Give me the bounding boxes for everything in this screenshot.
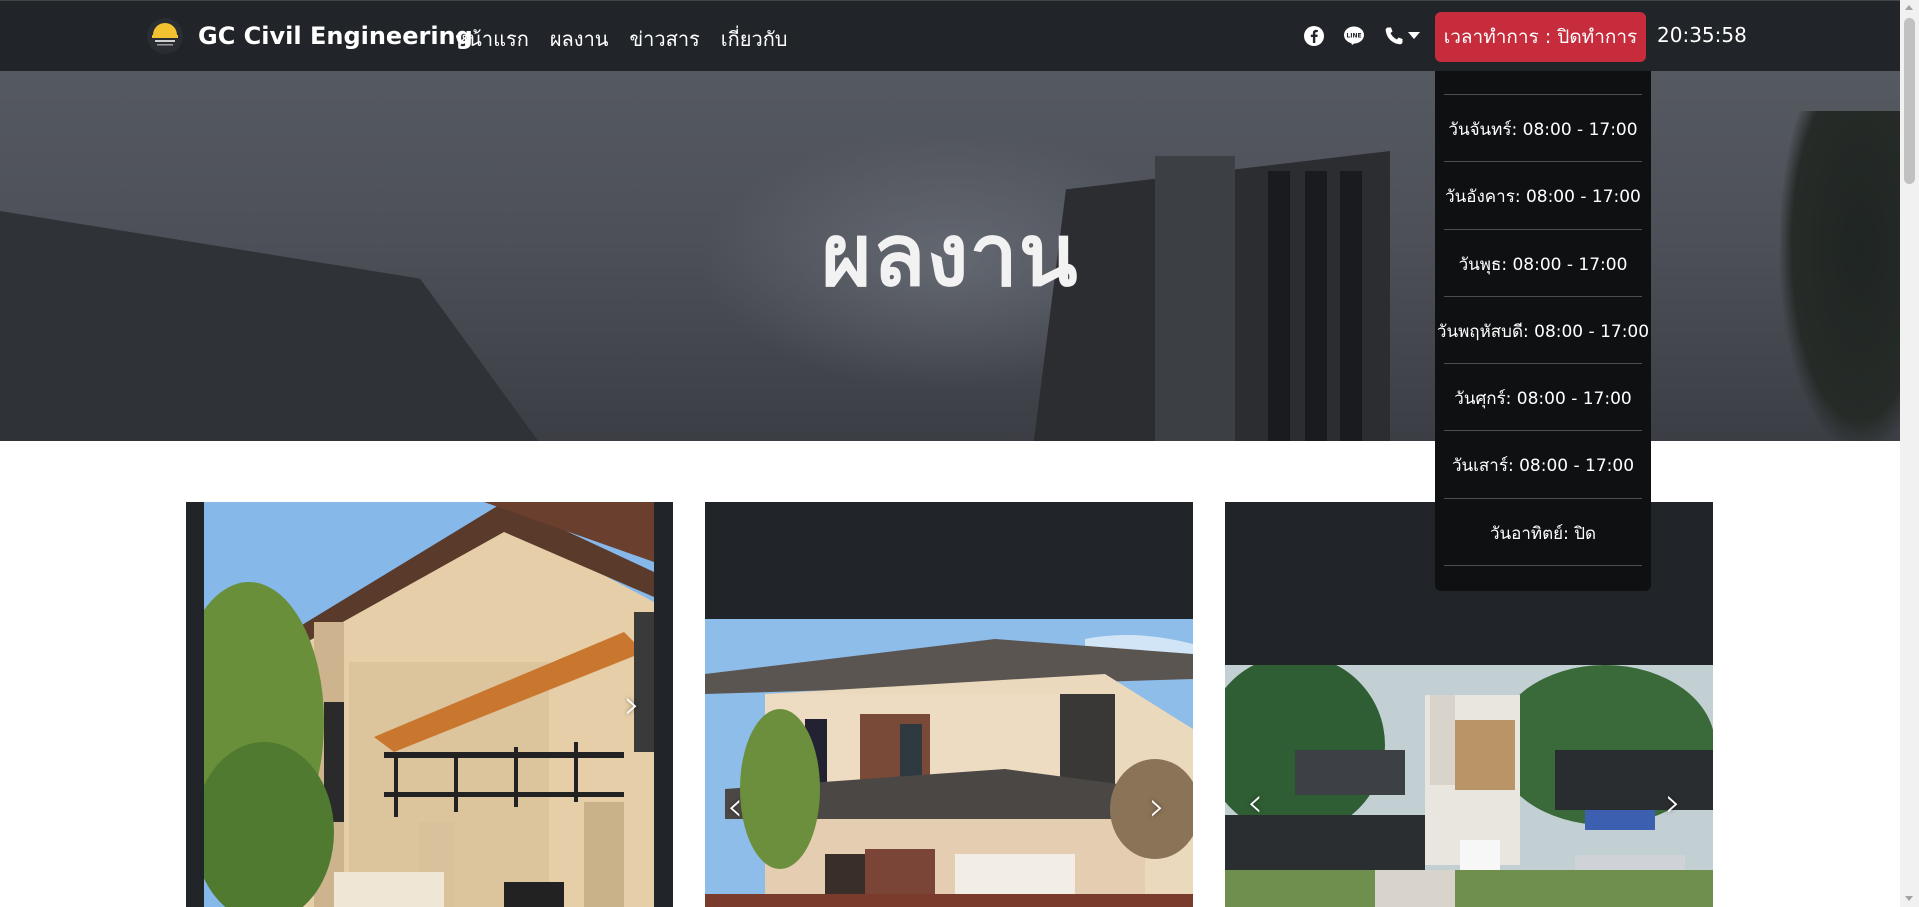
hours-item-sunday[interactable]: วันอาทิตย์: ปิด	[1435, 520, 1651, 547]
nav-item-news[interactable]: ข่าวสาร	[629, 23, 699, 55]
dropdown-divider	[1444, 363, 1642, 364]
nav-item-portfolio[interactable]: ผลงาน	[550, 23, 609, 55]
dropdown-divider	[1444, 565, 1642, 566]
carousel-next-icon[interactable]: ›	[1665, 780, 1681, 826]
dropdown-divider	[1444, 229, 1642, 230]
brand-name: GC Civil Engineering	[198, 22, 473, 50]
scroll-down-icon[interactable]	[1905, 896, 1913, 901]
svg-text:LINE: LINE	[1346, 33, 1361, 40]
phone-icon[interactable]	[1381, 23, 1407, 49]
dropdown-divider	[1444, 94, 1642, 95]
business-hours-button[interactable]: เวลาทำการ : ปิดทำการ	[1435, 12, 1646, 62]
clock-time: 20:35:58	[1657, 23, 1747, 47]
hours-item-tuesday[interactable]: วันอังคาร: 08:00 - 17:00	[1435, 183, 1651, 210]
project-photo	[204, 502, 654, 907]
scrollbar-thumb[interactable]	[1904, 18, 1915, 184]
business-hours-dropdown: วันจันทร์: 08:00 - 17:00 วันอังคาร: 08:0…	[1435, 71, 1651, 591]
nav-item-about[interactable]: เกี่ยวกับ	[721, 23, 788, 55]
carousel-next-icon[interactable]: ›	[624, 682, 640, 728]
facebook-icon[interactable]	[1301, 23, 1327, 49]
navbar: GC Civil Engineering หน้าแรก ผลงาน ข่าวส…	[0, 0, 1900, 71]
hours-item-monday[interactable]: วันจันทร์: 08:00 - 17:00	[1435, 116, 1651, 143]
project-photo	[1225, 665, 1713, 907]
scroll-up-icon[interactable]	[1905, 5, 1913, 10]
hours-item-wednesday[interactable]: วันพุธ: 08:00 - 17:00	[1435, 251, 1651, 278]
hours-item-thursday[interactable]: วันพฤหัสบดี: 08:00 - 17:00	[1435, 318, 1651, 345]
carousel-prev-icon[interactable]: ‹	[1247, 780, 1263, 826]
carousel-prev-icon[interactable]: ‹	[727, 784, 743, 830]
dropdown-divider	[1444, 430, 1642, 431]
hours-item-saturday[interactable]: วันเสาร์: 08:00 - 17:00	[1435, 452, 1651, 479]
project-photo	[705, 619, 1193, 907]
portfolio-card[interactable]: ‹ ›	[705, 502, 1193, 907]
dropdown-divider	[1444, 296, 1642, 297]
dropdown-divider	[1444, 498, 1642, 499]
dropdown-divider	[1444, 161, 1642, 162]
logo-icon	[146, 17, 184, 55]
caret-down-icon[interactable]	[1405, 23, 1423, 49]
page-scrollbar[interactable]	[1900, 0, 1919, 907]
nav-links: หน้าแรก ผลงาน ข่าวสาร เกี่ยวกับ	[455, 23, 788, 55]
nav-item-home[interactable]: หน้าแรก	[455, 23, 529, 55]
carousel-next-icon[interactable]: ›	[1149, 784, 1165, 830]
portfolio-card[interactable]: ›	[186, 502, 673, 907]
hours-item-friday[interactable]: วันศุกร์: 08:00 - 17:00	[1435, 385, 1651, 412]
line-icon[interactable]: LINE	[1341, 23, 1367, 49]
brand[interactable]: GC Civil Engineering	[146, 17, 473, 55]
